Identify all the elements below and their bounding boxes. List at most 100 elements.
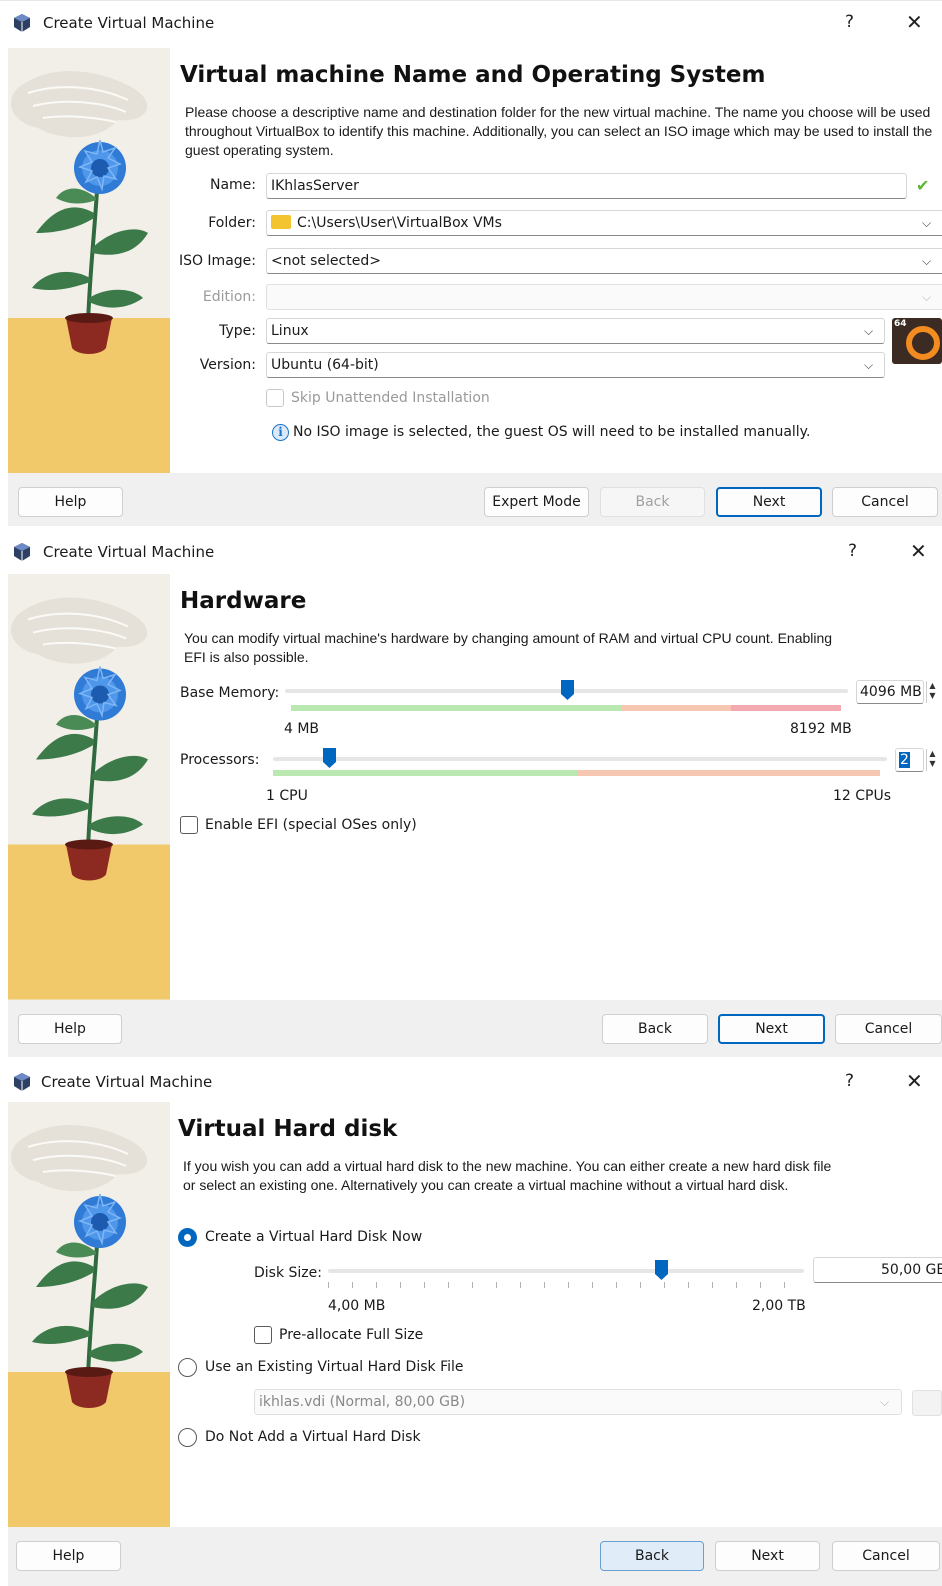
iso-select[interactable]: <not selected>	[266, 248, 942, 274]
slider-ticks	[328, 1282, 804, 1288]
virtualbox-icon	[14, 1073, 30, 1091]
preallocate-label: Pre-allocate Full Size	[279, 1327, 424, 1343]
choose-disk-folder-icon	[912, 1390, 942, 1416]
next-button[interactable]: Next	[718, 1014, 825, 1044]
help-button[interactable]: Help	[16, 1541, 121, 1571]
slider-scale-bar	[291, 705, 841, 711]
ubuntu-os-icon: 64	[892, 318, 942, 364]
use-existing-radio[interactable]	[178, 1358, 197, 1377]
type-select[interactable]: Linux	[266, 318, 885, 344]
type-label: Type:	[219, 323, 256, 339]
page-content: Virtual machine Name and Operating Syste…	[170, 48, 942, 473]
enable-efi-label: Enable EFI (special OSes only)	[205, 817, 417, 833]
expert-mode-button[interactable]: Expert Mode	[484, 487, 589, 517]
processors-label: Processors:	[180, 752, 260, 768]
help-icon[interactable]: ?	[845, 1071, 854, 1091]
use-existing-label: Use an Existing Virtual Hard Disk File	[205, 1359, 464, 1375]
name-label: Name:	[209, 177, 256, 193]
page-description: If you wish you can add a virtual hard d…	[183, 1158, 832, 1193]
enable-efi-checkbox[interactable]	[180, 816, 198, 834]
chevron-down-icon: ⌵	[864, 324, 874, 338]
folder-icon	[271, 215, 291, 229]
iso-label: ISO Image:	[178, 253, 256, 269]
wizard-illustration	[8, 48, 170, 473]
chevron-down-icon: ⌵	[880, 1395, 890, 1409]
disk-size-slider[interactable]	[328, 1256, 804, 1290]
folder-select[interactable]: C:\Users\User\VirtualBox VMs	[266, 210, 942, 236]
existing-disk-select: ikhlas.vdi (Normal, 80,00 GB)	[254, 1389, 902, 1415]
info-icon: i	[272, 424, 289, 441]
cancel-button[interactable]: Cancel	[832, 1541, 940, 1571]
base-memory-label: Base Memory:	[180, 685, 280, 701]
os-64-badge: 64	[894, 319, 907, 329]
plant-illustration	[8, 1102, 170, 1527]
processors-min-label: 1 CPU	[266, 788, 308, 804]
chevron-down-icon: ⌵	[922, 254, 932, 268]
create-disk-label: Create a Virtual Hard Disk Now	[205, 1229, 423, 1245]
window-title: Create Virtual Machine	[43, 543, 215, 561]
page-title: Virtual Hard disk	[178, 1116, 398, 1142]
title-bar: Create Virtual Machine ? ✕	[0, 1060, 942, 1104]
no-disk-radio[interactable]	[178, 1428, 197, 1447]
window-title: Create Virtual Machine	[43, 14, 215, 32]
spinbox-arrows-icon[interactable]: ▲ ▼	[926, 681, 938, 703]
chevron-down-icon: ⌵	[864, 358, 874, 372]
skip-unattended-label: Skip Unattended Installation	[291, 390, 490, 406]
help-icon[interactable]: ?	[845, 12, 854, 32]
base-memory-slider[interactable]	[285, 676, 848, 711]
virtualbox-icon	[14, 14, 30, 32]
close-icon[interactable]: ✕	[906, 10, 923, 34]
page-title: Virtual machine Name and Operating Syste…	[180, 62, 766, 88]
dialog-hardware: Create Virtual Machine ? ✕ Hardware You …	[0, 530, 942, 1057]
chevron-down-icon: ⌵	[922, 216, 932, 230]
processors-max-label: 12 CPUs	[833, 788, 892, 804]
disk-size-input[interactable]: 50,00 GB	[813, 1257, 942, 1283]
edition-label: Edition:	[202, 289, 256, 305]
edition-select	[266, 284, 942, 310]
processors-value: 2	[899, 752, 910, 768]
create-disk-radio[interactable]	[178, 1228, 197, 1247]
back-button: Back	[600, 487, 705, 517]
button-bar: Help Back Next Cancel	[8, 1527, 942, 1586]
base-memory-input[interactable]: 4096 MB	[856, 680, 924, 704]
page-content: Hardware You can modify virtual machine'…	[170, 574, 942, 1000]
chevron-down-icon: ⌵	[922, 290, 932, 304]
wizard-illustration	[8, 574, 170, 1000]
version-select[interactable]: Ubuntu (64-bit)	[266, 352, 885, 378]
disk-max-label: 2,00 TB	[752, 1298, 806, 1314]
help-icon[interactable]: ?	[848, 541, 857, 561]
dialog-virtual-hard-disk: Create Virtual Machine ? ✕ Virtual Hard …	[0, 1060, 942, 1586]
cancel-button[interactable]: Cancel	[835, 1014, 942, 1044]
help-button[interactable]: Help	[18, 1014, 122, 1044]
back-button[interactable]: Back	[600, 1541, 704, 1571]
info-message: No ISO image is selected, the guest OS w…	[293, 424, 811, 440]
slider-handle[interactable]	[323, 748, 336, 768]
page-description: Please choose a descriptive name and des…	[185, 104, 933, 158]
help-button[interactable]: Help	[18, 487, 123, 517]
plant-illustration	[8, 48, 170, 473]
disk-size-label: Disk Size:	[254, 1265, 322, 1281]
page-content: Virtual Hard disk If you wish you can ad…	[170, 1102, 942, 1527]
disk-min-label: 4,00 MB	[328, 1298, 386, 1314]
slider-handle[interactable]	[561, 680, 574, 700]
dialog-name-and-os: Create Virtual Machine ? ✕ Virtual machi…	[0, 0, 942, 526]
slider-groove	[273, 757, 887, 761]
processors-input[interactable]: 2	[895, 748, 924, 772]
next-button[interactable]: Next	[716, 487, 822, 517]
memory-min-label: 4 MB	[284, 721, 320, 737]
slider-handle[interactable]	[655, 1260, 668, 1280]
disk-size-value: 50,00 GB	[881, 1262, 942, 1278]
close-icon[interactable]: ✕	[906, 1069, 923, 1093]
back-button[interactable]: Back	[602, 1014, 708, 1044]
processors-slider[interactable]	[273, 744, 887, 776]
next-button[interactable]: Next	[715, 1541, 820, 1571]
name-input[interactable]: IKhlasServer	[266, 173, 907, 199]
preallocate-checkbox[interactable]	[254, 1326, 272, 1344]
no-disk-label: Do Not Add a Virtual Hard Disk	[205, 1429, 421, 1445]
close-icon[interactable]: ✕	[910, 539, 927, 563]
spinbox-arrows-icon[interactable]: ▲ ▼	[926, 749, 938, 771]
cancel-button[interactable]: Cancel	[832, 487, 938, 517]
plant-illustration	[8, 574, 170, 1000]
skip-unattended-checkbox	[266, 389, 284, 407]
page-title: Hardware	[180, 588, 307, 614]
